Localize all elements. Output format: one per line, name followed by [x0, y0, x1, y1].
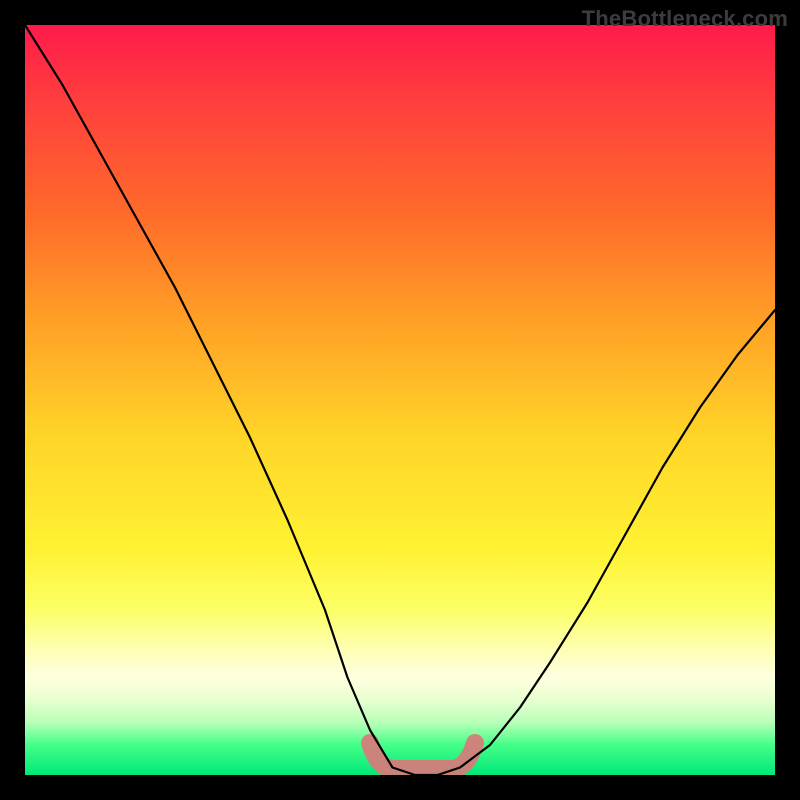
plot-area [25, 25, 775, 775]
watermark-text: TheBottleneck.com [582, 6, 788, 32]
plot-svg [25, 25, 775, 775]
chart-frame: TheBottleneck.com [0, 0, 800, 800]
bottleneck-curve-line [25, 25, 775, 775]
